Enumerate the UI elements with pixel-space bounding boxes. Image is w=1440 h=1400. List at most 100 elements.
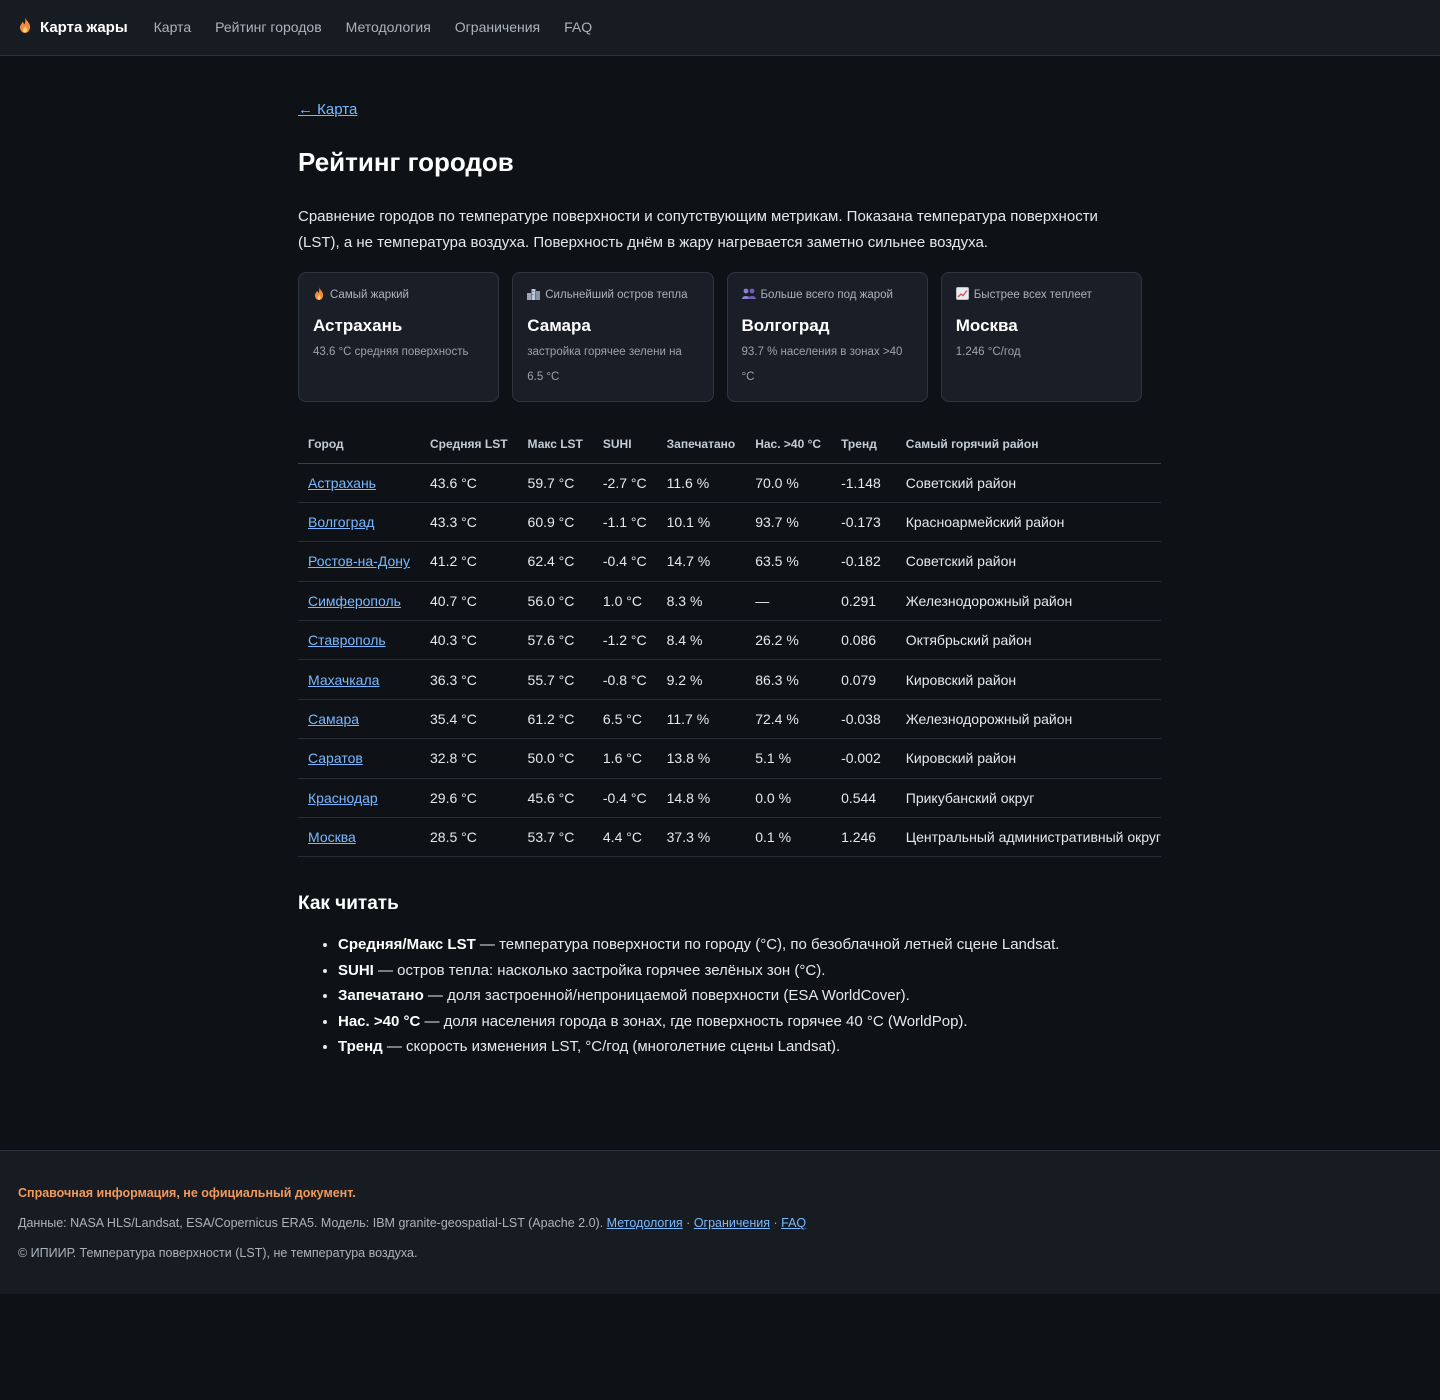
- cell-trend: -1.148: [831, 463, 891, 503]
- definition: — доля населения города в зонах, где пов…: [420, 1012, 968, 1030]
- brand[interactable]: Карта жары: [18, 17, 128, 38]
- list-item: Тренд — скорость изменения LST, °C/год (…: [338, 1034, 1142, 1060]
- cell-suhi: 4.4 °C: [592, 817, 657, 858]
- city-link[interactable]: Самара: [308, 711, 359, 727]
- cell-mean-lst: 28.5 °C: [420, 817, 518, 858]
- cell-pop-over-40: 26.2 %: [745, 620, 832, 661]
- list-item: Нас. >40 °C — доля населения города в зо…: [338, 1009, 1142, 1035]
- fire-icon: [18, 17, 32, 38]
- highlight-cards: Самый жаркий Астрахань 43.6 °C средняя п…: [298, 272, 1142, 402]
- cell-trend: 0.086: [831, 620, 891, 661]
- cell-mean-lst: 29.6 °C: [420, 778, 518, 819]
- city-link[interactable]: Ростов-на-Дону: [308, 553, 410, 569]
- column-header-pop-over-40: Нас. >40 °C: [745, 425, 832, 464]
- cell-max-lst: 62.4 °C: [517, 541, 593, 582]
- howto-list: Средняя/Макс LST — температура поверхнос…: [298, 932, 1142, 1060]
- column-header-max-lst: Макс LST: [517, 425, 593, 464]
- definition: — скорость изменения LST, °C/год (многол…: [382, 1038, 841, 1056]
- cell-city: Самара: [298, 699, 420, 740]
- cell-sealed: 11.6 %: [656, 463, 746, 503]
- cell-pop-over-40: 63.5 %: [745, 541, 832, 582]
- cell-mean-lst: 41.2 °C: [420, 541, 518, 582]
- cell-sealed: 37.3 %: [656, 817, 746, 858]
- cell-sealed: 14.7 %: [656, 541, 746, 582]
- back-to-map-link[interactable]: ← Карта: [298, 101, 357, 118]
- city-link[interactable]: Ставрополь: [308, 632, 386, 648]
- definition: — остров тепла: насколько застройка горя…: [373, 961, 826, 979]
- cell-pop-over-40: —: [745, 581, 832, 622]
- cell-pop-over-40: 5.1 %: [745, 738, 832, 779]
- term: Запечатано: [338, 987, 424, 1005]
- card-label: Сильнейший остров тепла: [545, 289, 688, 301]
- list-item: SUHI — остров тепла: насколько застройка…: [338, 958, 1142, 984]
- city-link[interactable]: Астрахань: [308, 475, 376, 491]
- cell-trend: 0.079: [831, 659, 891, 700]
- card-label: Самый жаркий: [330, 289, 409, 301]
- cell-hottest-district: Советский район: [890, 463, 1162, 503]
- howto-title: Как читать: [298, 893, 399, 915]
- cell-suhi: 6.5 °C: [592, 699, 657, 740]
- city-link[interactable]: Краснодар: [308, 790, 378, 806]
- cell-city: Краснодар: [298, 778, 420, 819]
- cell-max-lst: 50.0 °C: [517, 738, 593, 779]
- city-link[interactable]: Махачкала: [308, 672, 379, 688]
- city-link[interactable]: Волгоград: [308, 514, 374, 530]
- table-row: Махачкала 36.3 °C 55.7 °C -0.8 °C 9.2 % 86.3 …: [298, 659, 1162, 700]
- card-city: Москва: [955, 316, 1018, 335]
- cell-suhi: -1.2 °C: [592, 620, 657, 661]
- cell-pop-over-40: 86.3 %: [745, 659, 832, 700]
- main-content: ← Карта Рейтинг городов Сравнение городо…: [298, 56, 1162, 1060]
- cell-city: Волгоград: [298, 502, 420, 543]
- cell-max-lst: 45.6 °C: [517, 778, 593, 819]
- footer-link-methodology[interactable]: Методология: [607, 1216, 683, 1230]
- nav-link-methodology[interactable]: Методология: [346, 19, 431, 35]
- cell-mean-lst: 40.3 °C: [420, 620, 518, 661]
- sources-text: Данные: NASA HLS/Landsat, ESA/Copernicus…: [18, 1216, 607, 1230]
- table-row: Волгоград 43.3 °C 60.9 °C -1.1 °C 10.1 % 93.7…: [298, 502, 1162, 543]
- column-header-mean-lst: Средняя LST: [420, 425, 518, 464]
- data-sources: Данные: NASA HLS/Landsat, ESA/Copernicus…: [18, 1216, 1422, 1232]
- top-navigation: Карта жары Карта Рейтинг городов Методолог…: [0, 0, 1440, 56]
- cell-pop-over-40: 93.7 %: [745, 502, 832, 543]
- cell-suhi: 1.6 °C: [592, 738, 657, 779]
- cell-hottest-district: Прикубанский округ: [890, 778, 1162, 819]
- city-link[interactable]: Саратов: [308, 750, 363, 766]
- cell-city: Ростов-на-Дону: [298, 541, 420, 582]
- table-row: Ростов-на-Дону 41.2 °C 62.4 °C -0.4 °C 14.7 …: [298, 541, 1162, 582]
- city-link[interactable]: Москва: [308, 829, 356, 845]
- cell-mean-lst: 32.8 °C: [420, 738, 518, 779]
- cell-city: Симферополь: [298, 581, 420, 622]
- column-header-trend: Тренд: [831, 425, 891, 464]
- cell-city: Астрахань: [298, 463, 420, 503]
- cell-sealed: 11.7 %: [656, 699, 746, 740]
- nav-link-limitations[interactable]: Ограничения: [455, 19, 540, 35]
- separator: ·: [682, 1216, 694, 1230]
- column-header-hottest-district: Самый горячий район: [890, 425, 1162, 464]
- table-body: Астрахань 43.6 °C 59.7 °C -2.7 °C 11.6 % 70.0…: [298, 463, 1162, 858]
- separator: ·: [770, 1216, 782, 1230]
- disclaimer-warning: Справочная информация, не официальный до…: [18, 1186, 356, 1200]
- people-icon: [741, 288, 756, 302]
- nav-link-rating[interactable]: Рейтинг городов: [215, 19, 322, 35]
- table-row: Симферополь 40.7 °C 56.0 °C 1.0 °C 8.3 % —0.2…: [298, 581, 1162, 622]
- table-row: Ставрополь 40.3 °C 57.6 °C -1.2 °C 8.4 % 26.2…: [298, 620, 1162, 661]
- cell-max-lst: 53.7 °C: [517, 817, 593, 858]
- nav-link-map[interactable]: Карта: [154, 19, 191, 35]
- cell-trend: -0.182: [831, 541, 891, 582]
- cell-sealed: 9.2 %: [656, 659, 746, 700]
- list-item: Запечатано — доля застроенной/непроницае…: [338, 983, 1142, 1009]
- cell-sealed: 8.4 %: [656, 620, 746, 661]
- cell-suhi: -1.1 °C: [592, 502, 657, 543]
- cell-hottest-district: Железнодорожный район: [890, 699, 1162, 740]
- cell-sealed: 8.3 %: [656, 581, 746, 622]
- list-item: Средняя/Макс LST — температура поверхнос…: [338, 932, 1142, 958]
- cell-mean-lst: 43.3 °C: [420, 502, 518, 543]
- footer-link-faq[interactable]: FAQ: [781, 1216, 806, 1230]
- footer-link-limitations[interactable]: Ограничения: [694, 1216, 770, 1230]
- city-link[interactable]: Симферополь: [308, 593, 401, 609]
- card-city: Самара: [527, 316, 591, 335]
- nav-link-faq[interactable]: FAQ: [564, 19, 592, 35]
- cell-suhi: -0.4 °C: [592, 778, 657, 819]
- card-most-exposed: Больше всего под жарой Волгоград 93.7 % …: [726, 272, 928, 402]
- cell-sealed: 10.1 %: [656, 502, 746, 543]
